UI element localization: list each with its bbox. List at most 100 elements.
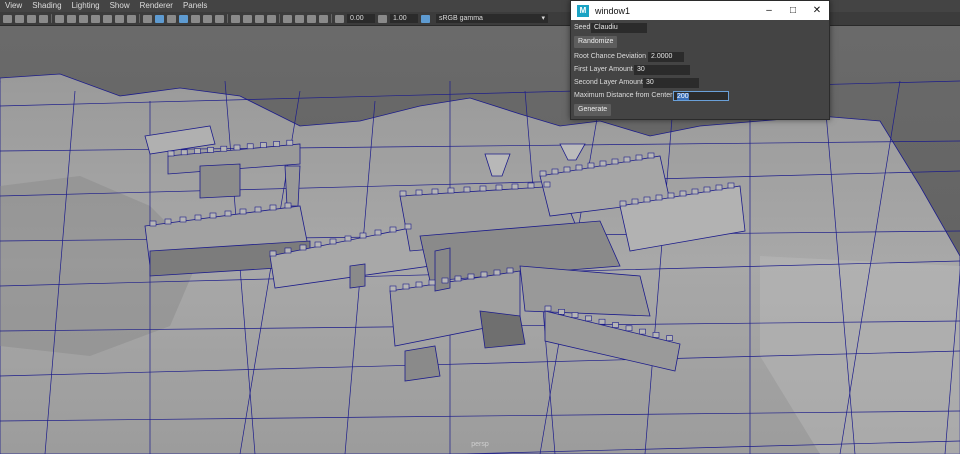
resolution-gate-icon[interactable] [79, 14, 88, 23]
battlement-block [260, 142, 267, 148]
wireframe-on-shaded-icon[interactable] [179, 14, 188, 23]
menu-panels[interactable]: Panels [178, 0, 212, 12]
battlement-block [703, 186, 711, 193]
battlement-block [359, 232, 367, 239]
battlement-block [180, 149, 188, 156]
battlement-block [220, 145, 228, 152]
battlement-block [299, 244, 307, 251]
menu-lighting[interactable]: Lighting [67, 0, 105, 12]
image-plane-icon[interactable] [39, 14, 48, 23]
battlement-block [506, 267, 514, 274]
battlement-block [623, 156, 631, 163]
tool-window: M window1 – □ ✕ Seed Claudiu Randomize R… [570, 0, 830, 120]
second-layer-field[interactable]: 30 [643, 78, 699, 88]
first-layer-label: First Layer Amount [574, 66, 633, 73]
battlement-block [647, 152, 655, 159]
smooth-shade-icon[interactable] [155, 14, 164, 23]
field-chart-icon[interactable] [103, 14, 112, 23]
gamma-icon[interactable] [378, 14, 387, 23]
close-button[interactable]: ✕ [805, 5, 829, 16]
motion-blur-icon[interactable] [243, 14, 252, 23]
menu-renderer[interactable]: Renderer [135, 0, 178, 12]
battlement-block [284, 202, 292, 209]
maximize-button[interactable]: □ [781, 5, 805, 16]
battlement-block [389, 285, 397, 292]
seed-field[interactable]: Claudiu [591, 23, 647, 33]
battlement-block [563, 166, 571, 173]
menu-view[interactable]: View [0, 0, 27, 12]
battlement-block [447, 187, 455, 194]
xray-joints-icon[interactable] [319, 14, 328, 23]
color-space-select[interactable]: sRGB gamma ▾ [436, 14, 548, 23]
window-titlebar[interactable]: M window1 – □ ✕ [571, 1, 829, 20]
battlement-block [571, 312, 579, 318]
safe-action-icon[interactable] [115, 14, 124, 23]
toolbar-divider [331, 14, 332, 23]
battlement-block [284, 247, 292, 254]
battlement-block [463, 186, 471, 193]
battlement-block [543, 181, 551, 188]
exposure-icon[interactable] [335, 14, 344, 23]
battlement-block [246, 143, 254, 150]
battlement-block [194, 148, 201, 154]
battlement-block [207, 147, 214, 153]
minimize-button[interactable]: – [757, 5, 781, 16]
battlement-block [254, 206, 262, 213]
battlement-block [544, 305, 552, 312]
battlement-block [441, 277, 449, 284]
battlement-block [511, 183, 519, 190]
battlement-block [402, 283, 410, 290]
first-layer-field[interactable]: 30 [634, 65, 690, 75]
textured-icon[interactable] [191, 14, 200, 23]
bookmark-icon[interactable] [27, 14, 36, 23]
battlement-block [164, 218, 172, 225]
battlement-block [611, 158, 619, 165]
randomize-button[interactable]: Randomize [574, 36, 618, 48]
isolate-select-icon[interactable] [283, 14, 292, 23]
max-distance-field[interactable]: 200 [673, 91, 729, 101]
color-space-value: sRGB gamma [439, 15, 483, 22]
chevron-down-icon: ▾ [541, 15, 545, 22]
gate-mask-icon[interactable] [91, 14, 100, 23]
depth-of-field-icon[interactable] [267, 14, 276, 23]
exposure-field[interactable]: 0.00 [347, 14, 375, 23]
lights-icon[interactable] [203, 14, 212, 23]
battlement-block [551, 168, 559, 175]
toolbar-divider [279, 14, 280, 23]
battlement-block [224, 210, 232, 217]
battlement-block [585, 315, 592, 322]
generate-button[interactable]: Generate [574, 104, 612, 116]
toolbar-divider [227, 14, 228, 23]
battlement-block [631, 198, 639, 205]
safe-title-icon[interactable] [127, 14, 136, 23]
gamma-field[interactable]: 1.00 [390, 14, 418, 23]
battlement-block [715, 184, 723, 191]
select-camera-icon[interactable] [3, 14, 12, 23]
ambient-occlusion-icon[interactable] [231, 14, 240, 23]
menu-show[interactable]: Show [105, 0, 135, 12]
battlement-block [194, 214, 202, 221]
camera-attributes-icon[interactable] [15, 14, 24, 23]
film-gate-icon[interactable] [67, 14, 76, 23]
xray-active-icon[interactable] [307, 14, 316, 23]
anti-aliasing-icon[interactable] [255, 14, 264, 23]
grid-icon[interactable] [55, 14, 64, 23]
default-material-icon[interactable] [167, 14, 176, 23]
battlement-block [479, 185, 487, 192]
toolbar-divider [51, 14, 52, 23]
battlement-block [643, 196, 651, 203]
wireframe-icon[interactable] [143, 14, 152, 23]
color-management-icon[interactable] [421, 14, 430, 23]
battlement-block [467, 273, 475, 280]
xray-icon[interactable] [295, 14, 304, 23]
battlement-block [431, 188, 439, 195]
battlement-block [495, 184, 503, 191]
seed-label: Seed [574, 24, 591, 31]
battlement-block [619, 200, 627, 207]
menu-shading[interactable]: Shading [27, 0, 66, 12]
battlement-block [167, 150, 175, 157]
camera-label: persp [471, 441, 489, 448]
battlement-block [374, 229, 382, 236]
root-chance-field[interactable]: 2.0000 [648, 52, 684, 62]
shadows-icon[interactable] [215, 14, 224, 23]
